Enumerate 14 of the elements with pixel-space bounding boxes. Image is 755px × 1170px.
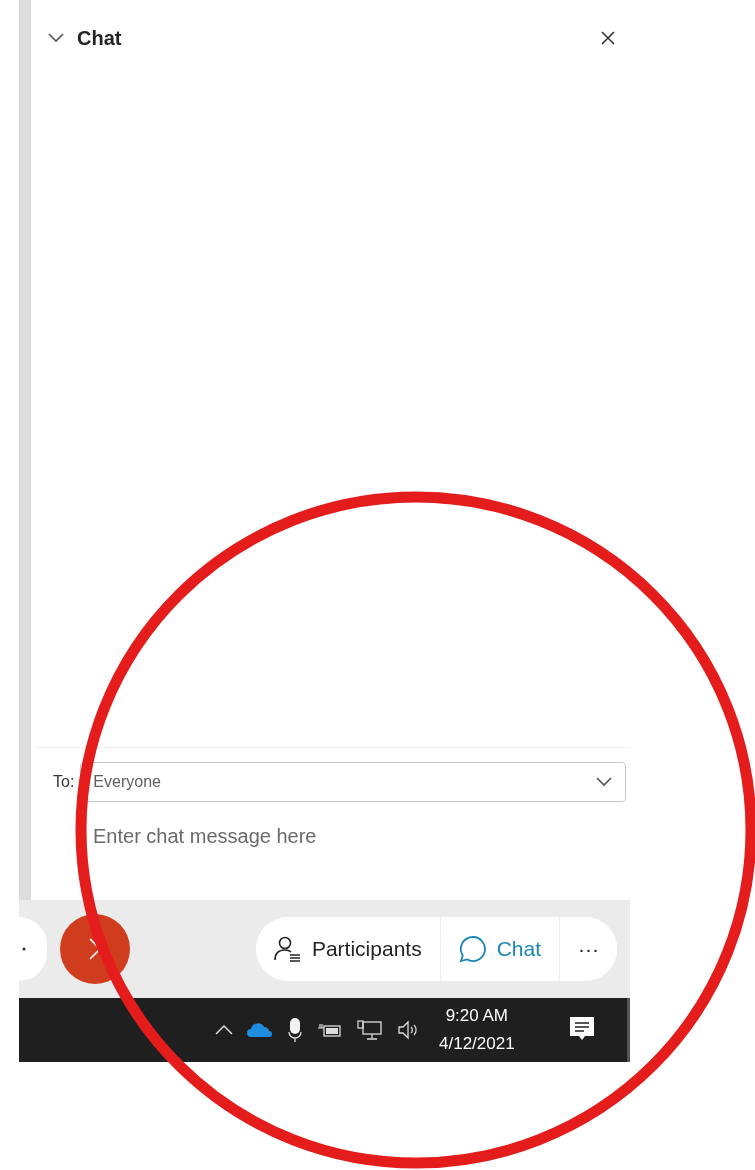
battery-icon[interactable] [317,1022,343,1038]
chevron-down-icon [595,776,613,788]
caret-up-icon[interactable] [215,1025,233,1035]
microphone-icon[interactable] [287,1017,303,1043]
recipient-dropdown[interactable]: Everyone [80,762,626,802]
recipient-label: To: [53,773,75,791]
speech-bubble-icon [458,935,487,963]
network-icon[interactable] [357,1020,383,1040]
cloud-icon[interactable] [247,1023,273,1037]
more-button[interactable]: ··· [559,917,617,981]
dot-icon [22,947,26,951]
panel-title: Chat [77,26,123,50]
people-icon [273,936,302,962]
clock[interactable]: 9:20 AM 4/12/2021 [439,1002,515,1058]
